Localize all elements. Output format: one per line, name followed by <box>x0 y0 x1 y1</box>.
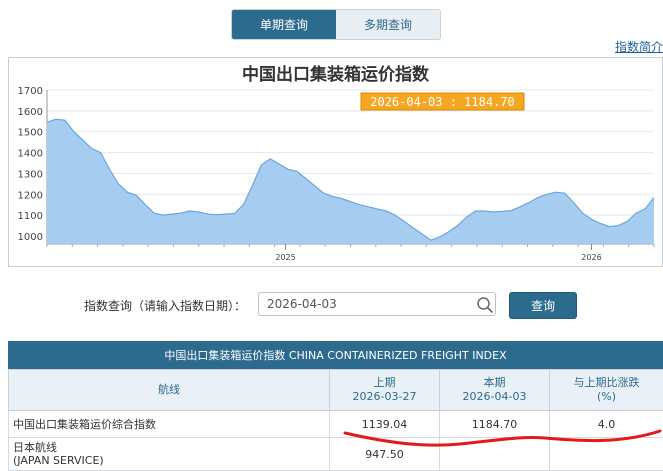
y-tick-label: 1100 <box>18 211 43 222</box>
row-name: 中国出口集装箱运价综合指数 <box>9 411 330 438</box>
chart-svg: 1000 1100 1200 1300 1400 1500 1600 1700 2025 2026… <box>9 58 662 266</box>
tab-multi-period[interactable]: 多期查询 <box>336 10 440 39</box>
y-tick-label: 1700 <box>18 86 43 97</box>
col-change: 与上期比涨跌(%) <box>550 370 663 411</box>
index-intro-link[interactable]: 指数简介 <box>615 38 663 55</box>
row-change <box>550 438 663 471</box>
x-tick-label: 2026 <box>581 253 601 262</box>
y-tick-label: 1200 <box>18 190 43 201</box>
row-curr: 1184.70 <box>440 411 550 438</box>
table-row: 中国出口集装箱运价综合指数 1139.04 1184.70 4.0 <box>9 411 663 438</box>
x-tick-label: 2025 <box>275 253 295 262</box>
col-prev-period: 上期2026-03-27 <box>330 370 440 411</box>
y-tick-label: 1600 <box>18 107 43 118</box>
data-table: 航线 上期2026-03-27 本期2026-04-03 与上期比涨跌(%) 中… <box>8 369 663 471</box>
row-prev: 1139.04 <box>330 411 440 438</box>
y-tick-label: 1500 <box>18 128 43 139</box>
search-icon[interactable] <box>476 296 494 314</box>
table-header: 中国出口集装箱运价指数 CHINA CONTAINERIZED FREIGHT … <box>8 341 663 369</box>
y-tick-label: 1300 <box>18 169 43 180</box>
col-route: 航线 <box>9 370 330 411</box>
table-row: 日本航线(JAPAN SERVICE) 947.50 <box>9 438 663 471</box>
row-prev: 947.50 <box>330 438 440 471</box>
query-mode-tabs: 单期查询 多期查询 <box>231 9 441 40</box>
index-table: 中国出口集装箱运价指数 CHINA CONTAINERIZED FREIGHT … <box>8 341 663 471</box>
tab-single-period[interactable]: 单期查询 <box>232 10 336 39</box>
table-column-headers: 航线 上期2026-03-27 本期2026-04-03 与上期比涨跌(%) <box>9 370 663 411</box>
row-curr <box>440 438 550 471</box>
col-curr-period: 本期2026-04-03 <box>440 370 550 411</box>
tooltip-text: 2026-04-03 : 1184.70 <box>370 95 515 109</box>
query-button[interactable]: 查询 <box>509 292 577 319</box>
y-tick-label: 1400 <box>18 149 43 160</box>
date-input[interactable] <box>258 292 496 316</box>
area-fill <box>47 119 654 244</box>
row-name: 日本航线(JAPAN SERVICE) <box>9 438 330 471</box>
row-change: 4.0 <box>550 411 663 438</box>
y-tick-label: 1000 <box>18 232 43 243</box>
ccfi-chart: 中国出口集装箱运价指数 1000110012001300140015001600… <box>8 57 663 267</box>
query-label: 指数查询（请输入指数日期）： <box>84 297 246 314</box>
